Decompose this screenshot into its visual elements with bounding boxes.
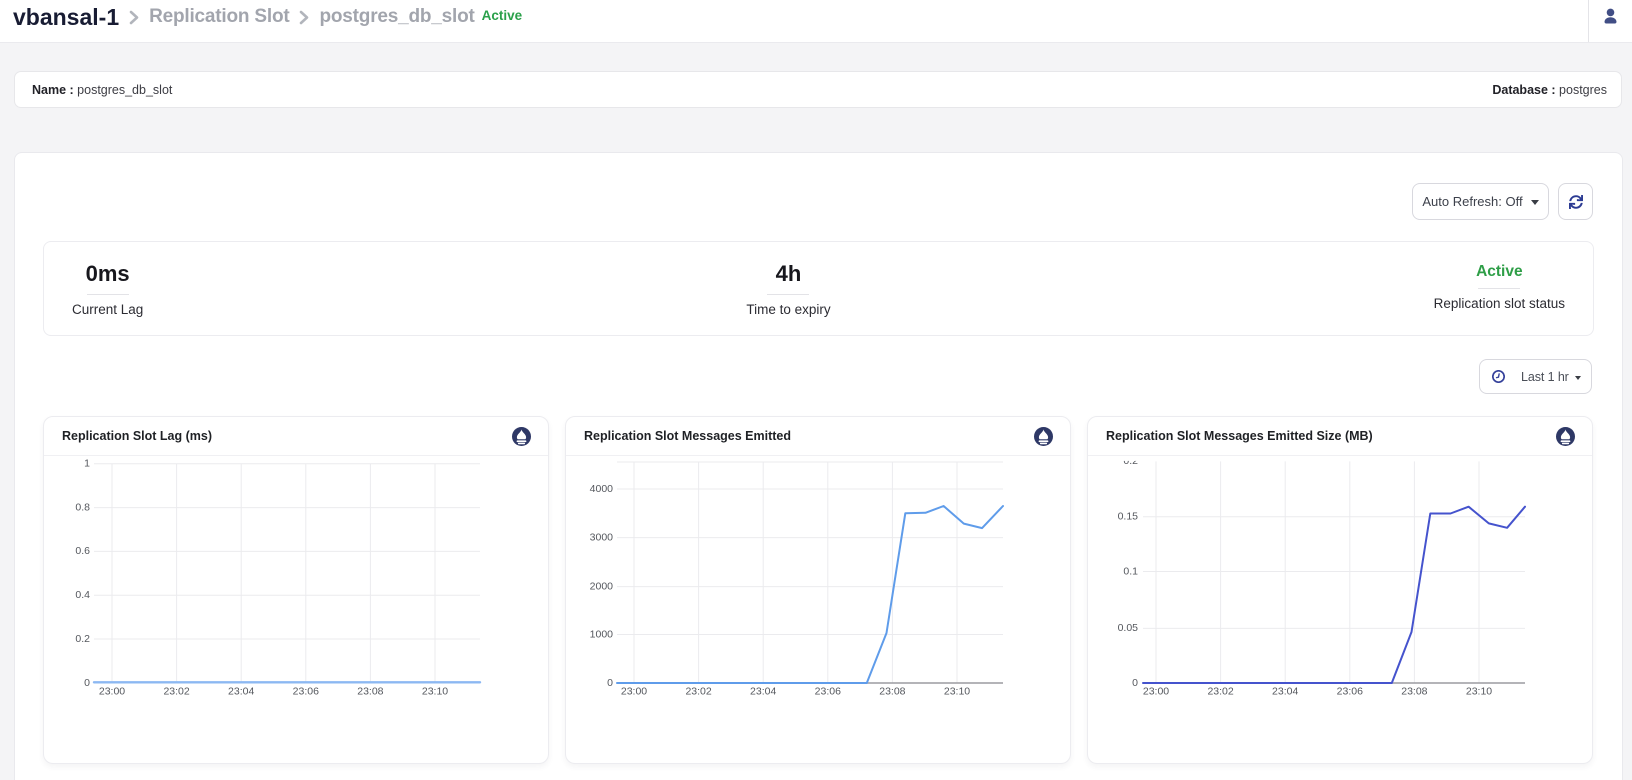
svg-text:3000: 3000 [590, 531, 614, 543]
svg-text:0: 0 [1132, 677, 1138, 689]
svg-text:0.4: 0.4 [75, 589, 90, 601]
svg-text:23:06: 23:06 [1337, 685, 1363, 697]
svg-text:23:10: 23:10 [944, 685, 970, 697]
svg-text:2000: 2000 [590, 580, 614, 592]
svg-text:23:08: 23:08 [357, 685, 383, 697]
svg-text:23:08: 23:08 [1401, 685, 1427, 697]
svg-text:23:02: 23:02 [685, 685, 711, 697]
svg-text:23:02: 23:02 [163, 685, 189, 697]
svg-text:23:04: 23:04 [750, 685, 776, 697]
svg-text:0.15: 0.15 [1118, 511, 1139, 523]
svg-text:23:00: 23:00 [99, 685, 125, 697]
svg-text:23:02: 23:02 [1207, 685, 1233, 697]
svg-text:1: 1 [84, 458, 90, 470]
svg-text:23:10: 23:10 [1466, 685, 1492, 697]
svg-text:23:10: 23:10 [422, 685, 448, 697]
svg-text:0: 0 [607, 677, 613, 689]
svg-text:23:06: 23:06 [815, 685, 841, 697]
svg-text:23:00: 23:00 [621, 685, 647, 697]
svg-text:23:08: 23:08 [879, 685, 905, 697]
svg-text:1000: 1000 [590, 628, 614, 640]
svg-text:0.6: 0.6 [75, 545, 90, 557]
svg-text:0.2: 0.2 [75, 633, 90, 645]
svg-text:0: 0 [84, 677, 90, 689]
svg-text:0.8: 0.8 [75, 501, 90, 513]
svg-text:4000: 4000 [590, 483, 614, 495]
svg-text:0.1: 0.1 [1123, 565, 1138, 577]
svg-text:0.05: 0.05 [1118, 622, 1139, 634]
svg-text:23:00: 23:00 [1143, 685, 1169, 697]
svg-text:23:06: 23:06 [293, 685, 319, 697]
svg-text:23:04: 23:04 [228, 685, 254, 697]
svg-text:23:04: 23:04 [1272, 685, 1298, 697]
